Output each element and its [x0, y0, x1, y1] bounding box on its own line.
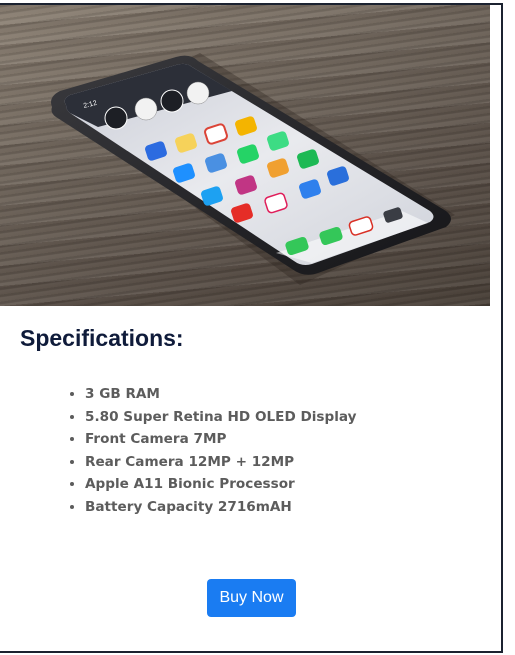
buy-now-button[interactable]: Buy Now: [207, 579, 296, 617]
clock-widget: [104, 106, 128, 130]
spec-item-front-camera: Front Camera 7MP: [85, 428, 357, 451]
spec-item-processor: Apple A11 Bionic Processor: [85, 473, 357, 496]
iphone-illustration: 2:12: [51, 53, 455, 285]
product-card: 2:12 Specifications: • 3 GB RAM • 5.80 S…: [0, 3, 503, 653]
clock-widget: [134, 97, 158, 121]
clock-widget: [186, 81, 210, 105]
spec-item-display: 5.80 Super Retina HD OLED Display: [85, 406, 357, 429]
clock-widget: [160, 89, 184, 113]
specifications-title: Specifications:: [20, 325, 184, 351]
specs-list: 3 GB RAM 5.80 Super Retina HD OLED Displ…: [66, 383, 357, 519]
product-photo: 2:12: [0, 5, 490, 306]
spec-item-ram: 3 GB RAM: [85, 383, 357, 406]
spec-item-battery: Battery Capacity 2716mAH: [85, 496, 357, 519]
spec-item-rear-camera: Rear Camera 12MP + 12MP: [85, 451, 357, 474]
